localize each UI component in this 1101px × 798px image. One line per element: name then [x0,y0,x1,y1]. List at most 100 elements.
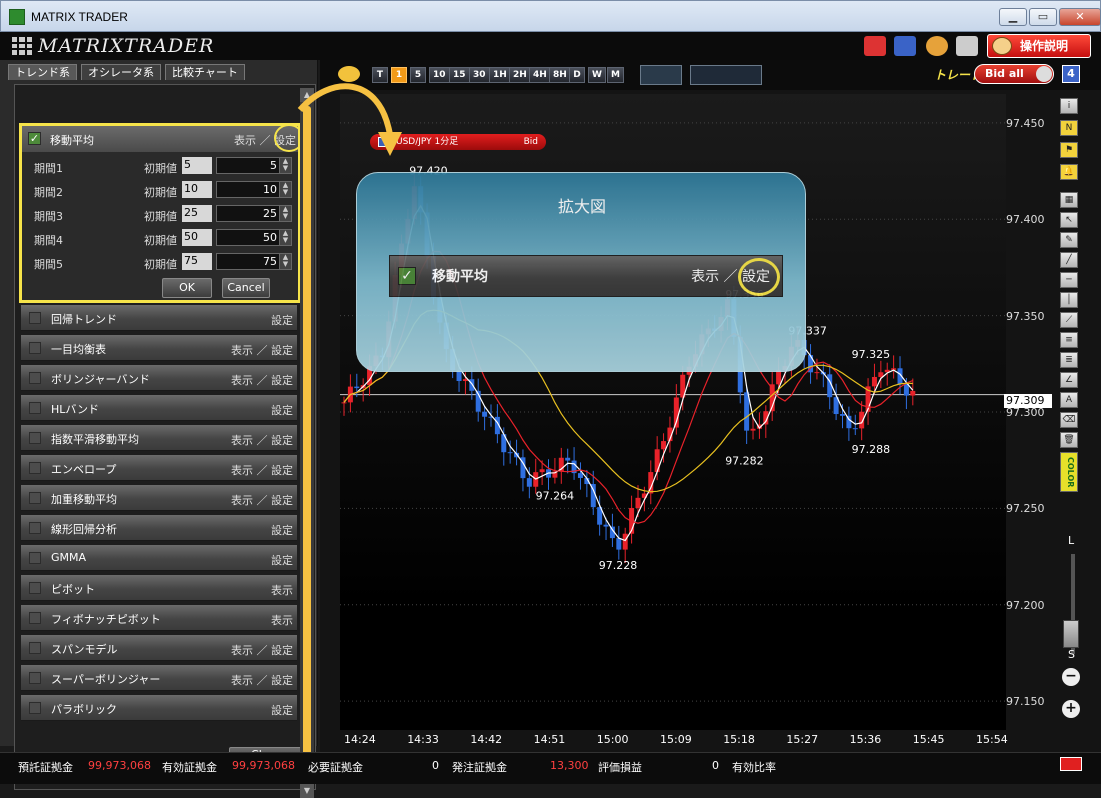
indicator-row[interactable]: 回帰トレンド 設定 [21,305,297,331]
timeframe-button[interactable]: 30 [469,67,490,83]
indicator-options[interactable]: 表示 ／ 設定 [231,432,293,448]
stepper-arrows-icon[interactable]: ▲ ▼ [279,206,291,221]
window-count-badge[interactable]: 4 [1062,65,1080,83]
maximize-button[interactable]: ▭ [1029,8,1057,26]
chart-style-dropdown[interactable] [690,65,762,85]
horizontal-line-icon[interactable]: ─ [1060,272,1078,288]
indicator-checkbox[interactable] [29,552,41,564]
indicator-row[interactable]: HLバンド 設定 [21,395,297,421]
indicator-options[interactable]: 表示 ／ 設定 [231,672,293,688]
delete-tool-icon[interactable]: 🗑 [1060,432,1078,448]
indicator-checkbox[interactable] [29,702,41,714]
toolbox-icon[interactable] [864,36,886,56]
indicator-options[interactable]: 表示 [271,612,293,628]
save-icon[interactable] [894,36,916,56]
indicator-checkbox[interactable] [29,342,41,354]
color-tool-button[interactable]: COLOR [1060,452,1078,492]
info-tool-icon[interactable]: i [1060,98,1078,114]
timeframe-button[interactable]: 2H [509,67,531,83]
cancel-button[interactable]: Cancel [222,278,270,298]
indicator-row[interactable]: GMMA 設定 [21,545,297,571]
layout-tool-icon[interactable]: ▦ [1060,192,1078,208]
indicator-row[interactable]: スパンモデル 表示 ／ 設定 [21,635,297,661]
vertical-line-icon[interactable]: │ [1060,292,1078,308]
chart-line-type-icon[interactable] [640,65,682,85]
indicator-options[interactable]: 表示 ／ 設定 [231,492,293,508]
indicator-checkbox[interactable] [29,522,41,534]
tab-oscillator[interactable]: オシレータ系 [81,64,161,80]
indicator-row[interactable]: 一目均衡表 表示 ／ 設定 [21,335,297,361]
palette-icon[interactable] [926,36,948,56]
indicator-options[interactable]: 表示 ／ 設定 [231,462,293,478]
indicator-checkbox[interactable] [29,432,41,444]
zoom-out-icon[interactable]: − [1062,668,1080,686]
stepper-arrows-icon[interactable]: ▲ ▼ [279,254,291,269]
indicator-checkbox[interactable] [29,642,41,654]
moving-average-header[interactable]: ✓ 移動平均 表示 ／ 設定 [22,124,304,152]
moving-average-checkbox[interactable]: ✓ [28,132,41,145]
indicator-row[interactable]: スーパーボリンジャー 表示 ／ 設定 [21,665,297,691]
timeframe-button[interactable]: D [569,67,585,83]
fan-tool-icon[interactable]: ⟋ [1060,312,1078,328]
minimize-button[interactable]: ▁ [999,8,1027,26]
timeframe-button[interactable]: 4H [529,67,551,83]
period-stepper[interactable]: 50 ▲ ▼ [216,229,292,246]
fibonacci-tool-icon[interactable]: ≡ [1060,332,1078,348]
pen-tool-icon[interactable]: ✎ [1060,232,1078,248]
indicator-options[interactable]: 表示 ／ 設定 [231,642,293,658]
indicator-checkbox[interactable] [29,462,41,474]
help-button[interactable]: 操作説明 [987,34,1091,58]
scroll-thumb[interactable] [303,106,311,774]
indicator-options[interactable]: 表示 [271,582,293,598]
stepper-arrows-icon[interactable]: ▲ ▼ [279,230,291,245]
indicator-row[interactable]: フィボナッチピボット 表示 [21,605,297,631]
indicator-checkbox[interactable] [29,582,41,594]
bid-all-toggle[interactable]: Bid all [974,64,1054,84]
status-action-icon[interactable] [1060,757,1082,771]
indicator-row[interactable]: エンベロープ 表示 ／ 設定 [21,455,297,481]
eraser-tool-icon[interactable]: ⌫ [1060,412,1078,428]
indicator-checkbox[interactable] [29,402,41,414]
period-stepper[interactable]: 25 ▲ ▼ [216,205,292,222]
indicator-checkbox[interactable] [29,492,41,504]
print-icon[interactable] [956,36,978,56]
indicator-options[interactable]: 設定 [271,522,293,538]
indicator-options[interactable]: 表示 ／ 設定 [231,372,293,388]
period-stepper[interactable]: 75 ▲ ▼ [216,253,292,270]
timeframe-button[interactable]: 1H [489,67,511,83]
indicator-checkbox[interactable] [29,312,41,324]
trendline-tool-icon[interactable]: ╱ [1060,252,1078,268]
indicator-scrollbar[interactable]: ▲ ▼ [300,88,314,798]
indicator-options[interactable]: 設定 [271,552,293,568]
zoom-slider-thumb[interactable] [1063,620,1079,648]
ok-button[interactable]: OK [162,278,212,298]
indicator-row[interactable]: パラボリック 設定 [21,695,297,721]
indicator-checkbox[interactable] [29,372,41,384]
period-stepper[interactable]: 5 ▲ ▼ [216,157,292,174]
period-stepper[interactable]: 10 ▲ ▼ [216,181,292,198]
indicator-options[interactable]: 表示 ／ 設定 [231,342,293,358]
indicator-row[interactable]: ピボット 表示 [21,575,297,601]
tab-trend[interactable]: トレンド系 [8,64,77,80]
text-tool-icon[interactable]: A [1060,392,1078,408]
indicator-options[interactable]: 設定 [271,402,293,418]
indicator-row[interactable]: ボリンジャーバンド 表示 ／ 設定 [21,365,297,391]
timeframe-button[interactable]: W [588,67,606,83]
cursor-tool-icon[interactable]: ↖ [1060,212,1078,228]
alert-bell-icon[interactable]: 🔔 [1060,164,1078,180]
indicator-row[interactable]: 加重移動平均 表示 ／ 設定 [21,485,297,511]
timeframe-button[interactable]: 8H [549,67,571,83]
indicator-options[interactable]: 設定 [271,312,293,328]
close-window-button[interactable]: ✕ [1059,8,1101,26]
timeframe-button[interactable]: 15 [449,67,470,83]
indicator-checkbox[interactable] [29,672,41,684]
news-tool-icon[interactable]: N [1060,120,1078,136]
timeframe-button[interactable]: M [607,67,624,83]
zoom-in-icon[interactable]: + [1062,700,1080,718]
indicator-options[interactable]: 設定 [271,702,293,718]
timeframe-button[interactable]: 10 [429,67,450,83]
stepper-arrows-icon[interactable]: ▲ ▼ [279,182,291,197]
indicator-checkbox[interactable] [29,612,41,624]
scroll-down-icon[interactable]: ▼ [300,784,314,798]
tab-compare-chart[interactable]: 比較チャート [165,64,245,80]
